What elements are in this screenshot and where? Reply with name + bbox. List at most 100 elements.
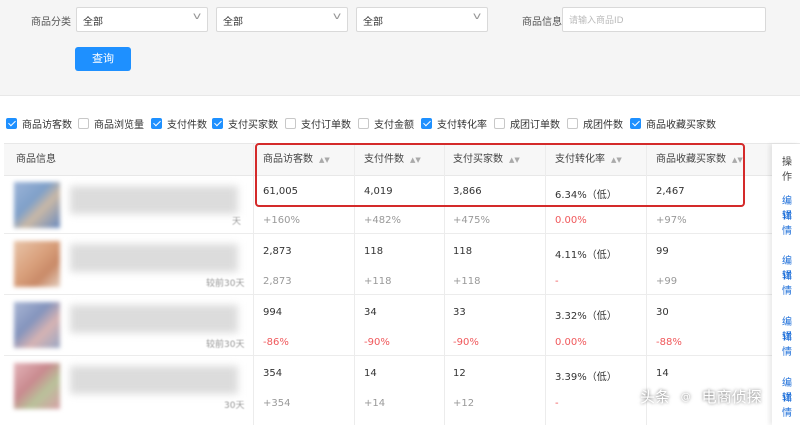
product-name-blurred[interactable] — [70, 305, 238, 333]
pay-buyers-change: -90% — [453, 337, 479, 348]
metric-conversion[interactable]: 支付转化率 — [421, 116, 487, 131]
category-select-3[interactable]: 全部 v — [356, 7, 488, 32]
pay-buyers-change: +118 — [453, 276, 481, 287]
metric-label: 支付转化率 — [437, 120, 487, 131]
pay-buyers-change: +475% — [453, 215, 490, 226]
header-product-info: 商品信息 — [16, 154, 56, 165]
metric-label: 支付金额 — [374, 120, 414, 131]
watermark-text: 电商侦探 — [701, 388, 762, 406]
category-label: 商品分类 — [31, 17, 71, 28]
detail-link[interactable]: 详情 — [782, 207, 800, 237]
chevron-down-icon: v — [332, 11, 342, 22]
metric-label: 商品访客数 — [22, 120, 72, 131]
checkbox-icon[interactable] — [285, 118, 296, 129]
product-meta: 较前30天 — [206, 340, 245, 350]
operations-column: 操作 编辑 详情 编辑 详情 编辑 详情 编辑 详情 — [772, 144, 800, 425]
checkbox-icon[interactable] — [358, 118, 369, 129]
search-placeholder: 请输入商品ID — [569, 16, 624, 26]
metric-fav-buyers[interactable]: 商品收藏买家数 — [630, 116, 716, 131]
pay-items-value: 14 — [364, 368, 377, 379]
fav-buyers-value: 30 — [656, 307, 669, 318]
product-thumbnail[interactable] — [14, 302, 60, 348]
checkbox-checked-icon[interactable] — [421, 118, 432, 129]
pay-items-change: -90% — [364, 337, 390, 348]
conversion-change: 0.00% — [555, 215, 587, 226]
category-select-1-value: 全部 — [83, 17, 103, 28]
product-meta: 天 — [232, 217, 242, 227]
checkbox-checked-icon[interactable] — [630, 118, 641, 129]
visitors-value: 994 — [263, 307, 283, 318]
detail-link[interactable]: 详情 — [782, 389, 800, 419]
product-id-search-input[interactable]: 请输入商品ID — [562, 7, 766, 32]
visitors-change: +354 — [263, 398, 291, 409]
product-meta: 较前30天 — [206, 279, 245, 289]
table-row: 较前30天 994 -86% 34 -90% 33 -90% 3.32%（低） … — [4, 295, 800, 356]
product-thumbnail[interactable] — [14, 363, 60, 409]
conversion-value: 4.11%（低） — [555, 250, 617, 261]
product-info-label: 商品信息 — [522, 17, 562, 28]
pay-items-change: +14 — [364, 398, 386, 409]
visitors-value: 2,873 — [263, 246, 292, 257]
metric-label: 商品收藏买家数 — [646, 120, 716, 131]
visitors-value: 354 — [263, 368, 283, 379]
checkbox-checked-icon[interactable] — [151, 118, 162, 129]
table-row: 较前30天 2,873 2,873 118 +118 118 +118 4.11… — [4, 234, 800, 295]
chevron-down-icon: v — [192, 11, 202, 22]
pay-buyers-change: +12 — [453, 398, 475, 409]
metric-group-items[interactable]: 成团件数 — [567, 116, 623, 131]
product-name-blurred[interactable] — [70, 366, 238, 394]
fav-buyers-value: 14 — [656, 368, 669, 379]
product-thumbnail[interactable] — [14, 241, 60, 287]
product-meta: 30天 — [224, 401, 245, 411]
metric-label: 商品浏览量 — [94, 120, 144, 131]
header-operations: 操作 — [782, 157, 792, 183]
metric-pay-items[interactable]: 支付件数 — [151, 116, 207, 131]
pay-items-change: +118 — [364, 276, 392, 287]
category-select-1[interactable]: 全部 v — [76, 7, 208, 32]
conversion-value: 3.32%（低） — [555, 311, 617, 322]
query-button[interactable]: 查询 — [75, 47, 131, 71]
metric-group-orders[interactable]: 成团订单数 — [494, 116, 560, 131]
checkbox-icon[interactable] — [78, 118, 89, 129]
filter-panel: 商品分类 全部 v 全部 v 全部 v 商品信息 请输入商品ID 查询 — [0, 0, 800, 96]
product-name-blurred[interactable] — [70, 186, 238, 214]
metric-label: 成团件数 — [583, 120, 623, 131]
category-select-3-value: 全部 — [363, 17, 383, 28]
metric-label: 支付买家数 — [228, 120, 278, 131]
at-icon: @ — [676, 388, 695, 407]
metric-label: 成团订单数 — [510, 120, 560, 131]
fav-buyers-change: +97% — [656, 215, 687, 226]
watermark-prefix: 头条 — [640, 388, 671, 406]
metric-pageviews[interactable]: 商品浏览量 — [78, 116, 144, 131]
watermark: 头条 @ 电商侦探 — [640, 386, 762, 407]
checkbox-icon[interactable] — [494, 118, 505, 129]
visitors-change: -86% — [263, 337, 289, 348]
fav-buyers-change: +99 — [656, 276, 678, 287]
product-name-blurred[interactable] — [70, 244, 238, 272]
pay-items-value: 118 — [364, 246, 384, 257]
checkbox-checked-icon[interactable] — [6, 118, 17, 129]
fav-buyers-value: 99 — [656, 246, 669, 257]
product-thumbnail[interactable] — [14, 182, 60, 228]
detail-link[interactable]: 详情 — [782, 267, 800, 297]
checkbox-checked-icon[interactable] — [212, 118, 223, 129]
metric-pay-amount[interactable]: 支付金额 — [358, 116, 414, 131]
visitors-change: 2,873 — [263, 276, 292, 287]
visitors-change: +160% — [263, 215, 300, 226]
metric-pay-buyers[interactable]: 支付买家数 — [212, 116, 278, 131]
detail-link[interactable]: 详情 — [782, 328, 800, 358]
category-select-2[interactable]: 全部 v — [216, 7, 348, 32]
metric-selector: 商品访客数 商品浏览量 支付件数 支付买家数 支付订单数 支付金额 支付转化率 … — [0, 116, 800, 132]
pay-items-value: 34 — [364, 307, 377, 318]
metric-label: 支付件数 — [167, 120, 207, 131]
pay-buyers-value: 33 — [453, 307, 466, 318]
conversion-change: - — [555, 276, 559, 287]
category-select-2-value: 全部 — [223, 17, 243, 28]
pay-items-change: +482% — [364, 215, 401, 226]
checkbox-icon[interactable] — [567, 118, 578, 129]
fav-buyers-change: -88% — [656, 337, 682, 348]
metric-pay-orders[interactable]: 支付订单数 — [285, 116, 351, 131]
conversion-change: 0.00% — [555, 337, 587, 348]
metric-visitors[interactable]: 商品访客数 — [6, 116, 72, 131]
metric-label: 支付订单数 — [301, 120, 351, 131]
